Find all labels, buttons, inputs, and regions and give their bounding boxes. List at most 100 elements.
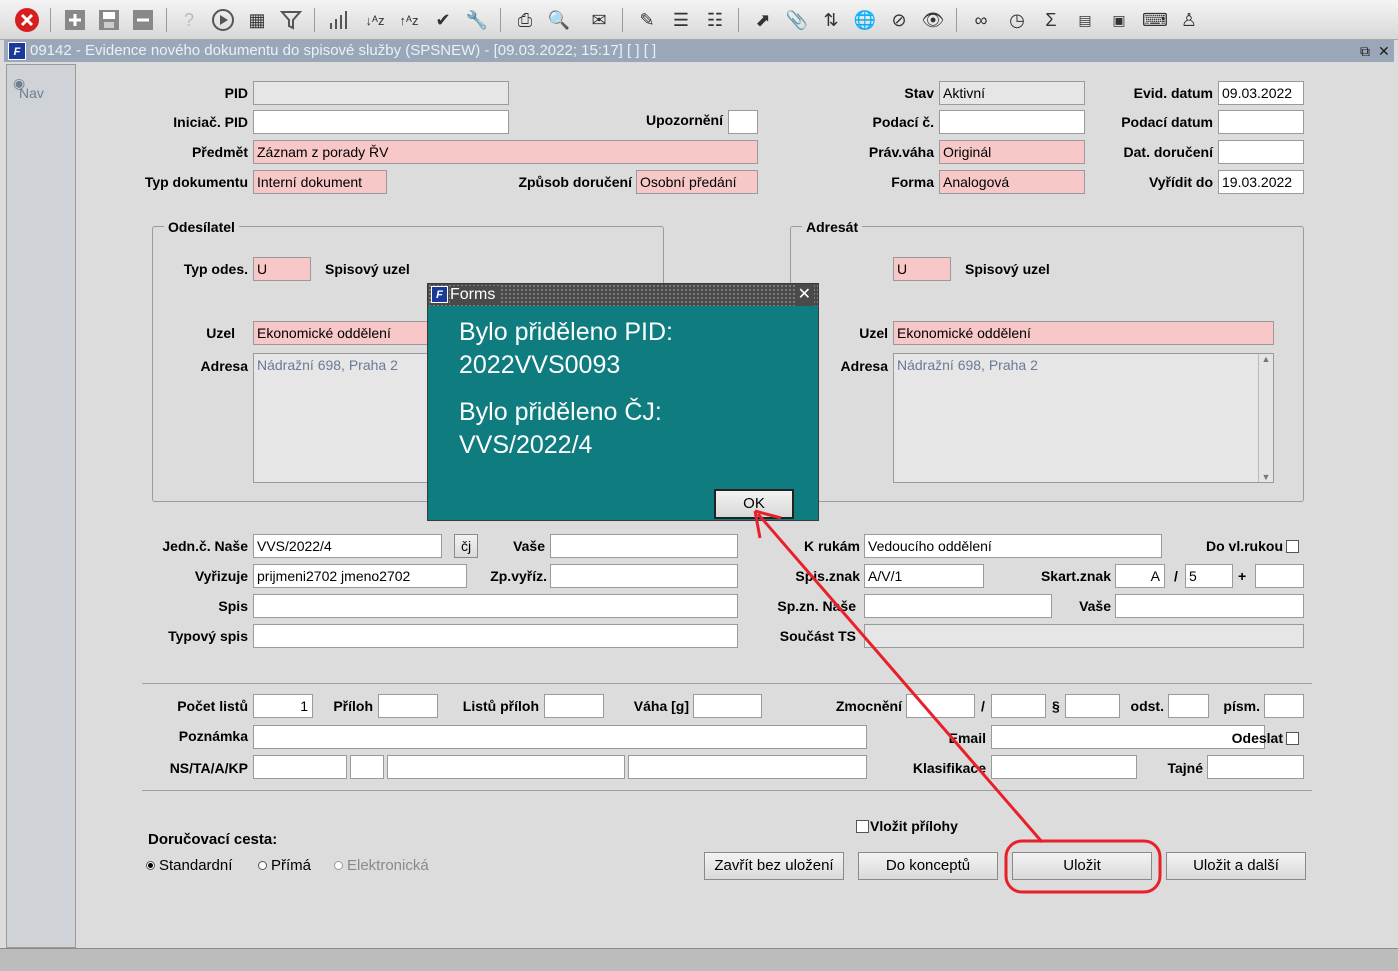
vaha-field[interactable] bbox=[693, 694, 762, 718]
typovy-spis-field[interactable] bbox=[253, 624, 738, 648]
radio-standard[interactable] bbox=[146, 861, 155, 870]
listu-priloh-field[interactable] bbox=[544, 694, 604, 718]
spis-field[interactable] bbox=[253, 594, 738, 618]
keyboard-icon[interactable]: ⌨ bbox=[1142, 7, 1168, 33]
ulozit-a-dalsi-button[interactable]: Uložit a další bbox=[1166, 852, 1306, 880]
glasses-icon[interactable]: ∞ bbox=[968, 7, 994, 33]
checklist-icon[interactable]: ☷ bbox=[702, 7, 728, 33]
typ-dokumentu-field[interactable]: Interní dokument bbox=[253, 170, 387, 194]
spzn-field[interactable] bbox=[864, 594, 1052, 618]
jednc-field[interactable]: VVS/2022/4 bbox=[253, 534, 442, 558]
pocet-listu-field[interactable]: 1 bbox=[253, 694, 313, 718]
podaci-datum-field[interactable] bbox=[1218, 110, 1304, 134]
typ-odes-field[interactable]: U bbox=[253, 257, 311, 281]
klasifikace-field[interactable] bbox=[991, 755, 1137, 779]
skartznak-a-field[interactable]: A bbox=[1115, 564, 1165, 588]
upozorneni-field[interactable] bbox=[728, 110, 758, 134]
paperclip-icon[interactable]: 📎 bbox=[784, 7, 810, 33]
pocet-listu-label: Počet listů bbox=[177, 698, 248, 714]
wrench-icon[interactable]: 🔧 bbox=[464, 7, 490, 33]
poznamka-field[interactable] bbox=[253, 725, 867, 749]
bar-chart-icon[interactable] bbox=[326, 7, 352, 33]
edit-icon[interactable]: ✎ bbox=[634, 7, 660, 33]
print-icon[interactable]: ⎙ bbox=[512, 7, 538, 33]
typ-adr-field[interactable]: U bbox=[893, 257, 951, 281]
zmocneni-b-field[interactable] bbox=[991, 694, 1046, 718]
dovlrukou-checkbox[interactable] bbox=[1286, 540, 1299, 553]
calendar-icon[interactable]: ▦ bbox=[244, 7, 270, 33]
spisznak-field[interactable]: A/V/1 bbox=[864, 564, 984, 588]
evid-datum-field[interactable]: 09.03.2022 bbox=[1218, 81, 1304, 105]
list-icon[interactable]: ☰ bbox=[668, 7, 694, 33]
odst-field[interactable] bbox=[1168, 694, 1209, 718]
radio-prima[interactable] bbox=[258, 861, 267, 870]
priloh-field[interactable] bbox=[378, 694, 438, 718]
minus-icon[interactable] bbox=[130, 7, 156, 33]
zpvyriz-field[interactable] bbox=[550, 564, 738, 588]
vyrizuje-field[interactable]: prijmeni2702 jmeno2702 bbox=[253, 564, 467, 588]
close-circle-icon[interactable] bbox=[14, 7, 40, 33]
nav-item[interactable]: ◉ Nav bbox=[13, 75, 44, 101]
excel-icon[interactable]: ▤ bbox=[1072, 7, 1098, 33]
print-preview-icon[interactable]: 🔍 bbox=[546, 7, 572, 33]
pism-field[interactable] bbox=[1264, 694, 1304, 718]
play-icon[interactable] bbox=[210, 7, 236, 33]
do-konceptu-button[interactable]: Do konceptů bbox=[858, 852, 998, 880]
cj-button[interactable]: čj bbox=[454, 534, 478, 558]
paragraph-field[interactable] bbox=[1065, 694, 1120, 718]
skartznak-c-field[interactable] bbox=[1255, 564, 1304, 588]
zavrit-bez-ulozeni-button[interactable]: Zavřít bez uložení bbox=[704, 852, 844, 880]
sigma-icon[interactable]: Σ bbox=[1038, 7, 1064, 33]
clock-icon[interactable]: ◷ bbox=[1004, 7, 1030, 33]
help-icon[interactable]: ? bbox=[176, 7, 202, 33]
forma-field[interactable]: Analogová bbox=[939, 170, 1085, 194]
add-icon[interactable] bbox=[62, 7, 88, 33]
filter-icon[interactable] bbox=[278, 7, 304, 33]
soucast-ts-field[interactable] bbox=[864, 624, 1304, 648]
dialog-ok-button[interactable]: OK bbox=[714, 489, 794, 519]
sort-az-icon[interactable]: ↓ᴬz bbox=[362, 7, 388, 33]
globe-icon[interactable]: 🌐 bbox=[852, 7, 878, 33]
save-icon[interactable] bbox=[96, 7, 122, 33]
skartznak-b-field[interactable]: 5 bbox=[1185, 564, 1233, 588]
a-field[interactable] bbox=[387, 755, 625, 779]
vyridit-do-field[interactable]: 19.03.2022 bbox=[1218, 170, 1304, 194]
prav-vaha-field[interactable]: Originál bbox=[939, 140, 1085, 164]
ta-field[interactable] bbox=[350, 755, 384, 779]
transfer-icon[interactable]: ⇅ bbox=[818, 7, 844, 33]
sort-za-icon[interactable]: ↑ᴬz bbox=[396, 7, 422, 33]
close-icon[interactable]: ✕ bbox=[1378, 40, 1390, 62]
zmocneni-a-field[interactable] bbox=[906, 694, 975, 718]
krukam-field[interactable]: Vedoucího oddělení bbox=[864, 534, 1162, 558]
dialog-close-icon[interactable]: ✕ bbox=[794, 284, 814, 306]
ulozit-button[interactable]: Uložit bbox=[1012, 852, 1152, 880]
zpusob-doruceni-field[interactable]: Osobní předání bbox=[636, 170, 758, 194]
ns-field[interactable] bbox=[253, 755, 347, 779]
vlozit-prilohy-checkbox[interactable] bbox=[856, 820, 869, 833]
podaci-cislo-field[interactable] bbox=[939, 110, 1085, 134]
vase-field[interactable] bbox=[550, 534, 738, 558]
spzn-vase-field[interactable] bbox=[1115, 594, 1304, 618]
pid-field[interactable] bbox=[253, 81, 509, 105]
iniciac-pid-field[interactable] bbox=[253, 110, 509, 134]
adresa-scrollbar[interactable]: ▲ ▼ bbox=[1258, 354, 1273, 482]
restore-icon[interactable]: ⧉ bbox=[1360, 40, 1370, 62]
adr-adresa-field[interactable]: Nádražní 698, Praha 2 bbox=[893, 353, 1274, 483]
scroll-up-icon[interactable]: ▲ bbox=[1259, 354, 1273, 364]
xml-icon[interactable]: ▣ bbox=[1106, 7, 1132, 33]
radio-elektronicka[interactable] bbox=[334, 861, 343, 870]
reader-icon[interactable]: ♙ bbox=[1176, 7, 1202, 33]
tajne-field[interactable] bbox=[1207, 755, 1304, 779]
odeslat-checkbox[interactable] bbox=[1286, 732, 1299, 745]
dat-doruceni-field[interactable] bbox=[1218, 140, 1304, 164]
external-link-icon[interactable]: ⬈ bbox=[750, 7, 776, 33]
check-icon[interactable]: ✔ bbox=[430, 7, 456, 33]
kp-field[interactable] bbox=[628, 755, 867, 779]
scroll-down-icon[interactable]: ▼ bbox=[1259, 472, 1273, 482]
compass-icon[interactable]: ⊘ bbox=[886, 7, 912, 33]
eye-icon[interactable]: 👁 bbox=[920, 7, 946, 33]
adr-uzel-field[interactable]: Ekonomické oddělení bbox=[893, 321, 1274, 345]
predmet-field[interactable]: Záznam z porady ŘV bbox=[253, 140, 758, 164]
mail-icon[interactable]: ✉ bbox=[586, 7, 612, 33]
stav-field[interactable]: Aktivní bbox=[939, 81, 1085, 105]
